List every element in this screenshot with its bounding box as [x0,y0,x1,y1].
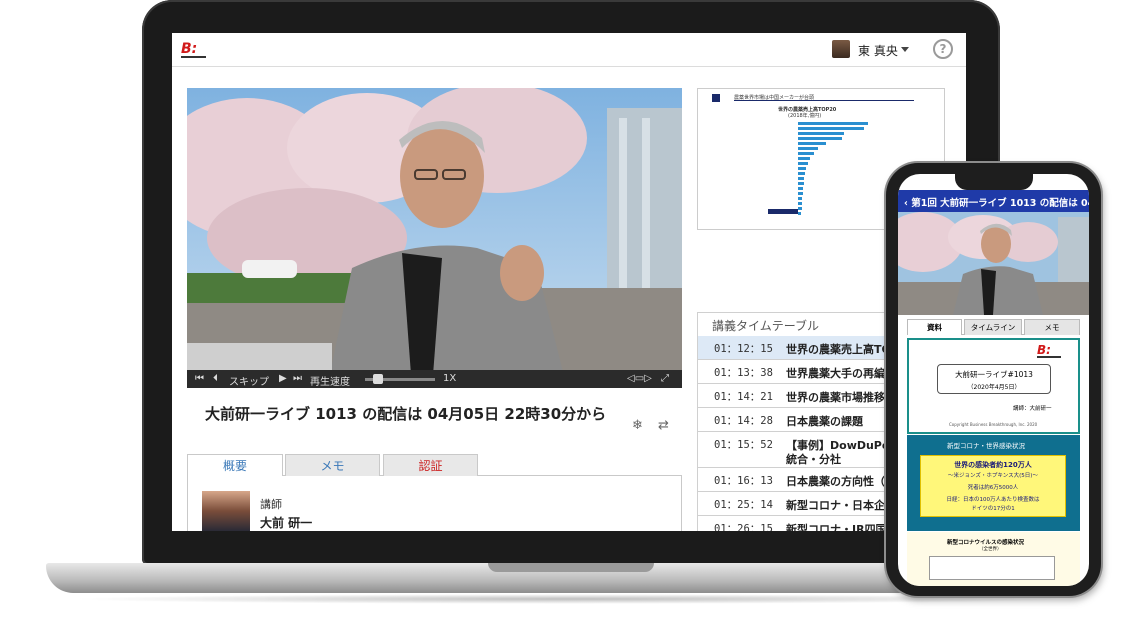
tab-certification[interactable]: 認証 [383,454,478,476]
phone-slide-date: （2020年4月5日） [967,384,1021,391]
tab-memo[interactable]: メモ [285,454,380,476]
tab-overview[interactable]: 概要 [187,454,283,476]
phone-tab-memo[interactable]: メモ [1024,319,1080,335]
phone-slide-title-box: 大前研一ライブ#1013 （2020年4月5日） [937,364,1051,394]
skip-back-icon[interactable]: ⏮ [195,373,204,384]
phone-title-bar: ‹ 第1回 大前研一ライブ 1013 の配信は 04月... [898,190,1089,212]
app-header: B: 東 真央 ? [172,33,966,67]
bb-logo-icon: B: [1037,343,1061,358]
stage: B: 東 真央 ? ⏮ ⏴ スキップ ▶ ⏭ 再生速度 1X ◁▭▷ ⤢ 大前研… [0,0,1140,621]
speed-value: 1X [443,373,457,384]
svg-text:B:: B: [1037,343,1051,357]
user-name[interactable]: 東 真央 [858,42,898,59]
lecturer-name: 大前 研一 [260,516,313,530]
lecturer-photo [202,491,250,531]
bb-logo-icon: B: [181,41,206,58]
phone-slide-copyright: Copyright Business Breakthrough, Inc. 20… [949,422,1038,427]
laptop-screen: B: 東 真央 ? ⏮ ⏴ スキップ ▶ ⏭ 再生速度 1X ◁▭▷ ⤢ 大前研… [172,33,966,531]
video-title: 大前研一ライブ 1013 の配信は 04月05日 22時30分から [205,405,607,423]
skip-button[interactable]: スキップ [229,373,269,388]
phone-tab-materials[interactable]: 資料 [907,319,962,335]
video-frame [187,88,682,388]
phone-slide-title-text: 大前研一ライブ#1013 [955,370,1033,379]
phone-slide3-table [929,556,1055,580]
phone-video-player[interactable] [898,212,1089,315]
phone-slide2-line1: 世界の感染者約120万人 [954,461,1032,469]
speed-label: 再生速度 [310,377,350,388]
lecturer-role: 講師 [260,498,282,511]
phone-notch [955,174,1033,190]
phone-title: 第1回 大前研一ライブ 1013 の配信は 04月... [911,198,1089,209]
user-avatar[interactable] [832,40,850,58]
phone-slide2-line3: 死者は約6万5000人 [967,485,1019,491]
snowflake-icon[interactable]: ❄ [632,418,643,433]
phone-screen: ‹ 第1回 大前研一ライブ 1013 の配信は 04月... 資料 タイムライン… [898,174,1089,586]
video-player[interactable] [187,88,682,388]
phone-tabs: 資料 タイムライン メモ [907,319,1080,335]
phone-slide2-line4: 日経：日本の100万人あたり検査数は [946,497,1040,503]
phone-slide-lecturer: 講師：大前研一 [1013,406,1052,412]
phone-slide-covid[interactable]: 新型コロナ・世界感染状況 世界の感染者約120万人 ～米ジョンズ・ホプキンス大(… [907,435,1080,531]
help-icon[interactable]: ? [933,39,953,59]
play-icon[interactable]: ▶ [279,373,287,384]
phone-slide2-line2: ～米ジョンズ・ホプキンス大(5日)～ [948,473,1038,479]
phone-slide2-box: 世界の感染者約120万人 ～米ジョンズ・ホプキンス大(5日)～ 死者は約6万50… [920,455,1066,517]
phone-slide-infection[interactable]: 新型コロナウイルスの感染状況 （全世界） [907,532,1080,586]
detail-tabs: 概要 メモ 認証 [187,454,682,476]
phone-slide3-title: 新型コロナウイルスの感染状況 [947,540,1025,546]
step-back-icon[interactable]: ⏴ [213,373,218,384]
phone-slide3-sub: （全世界） [979,547,1002,552]
speed-slider-handle[interactable] [373,374,383,384]
video-controls: ⏮ ⏴ スキップ ▶ ⏭ 再生速度 1X ◁▭▷ ⤢ [187,370,682,388]
svg-text:B:: B: [181,41,197,57]
repeat-icon[interactable]: ⇄ [658,418,669,433]
phone-slide2-line5: ドイツの17分の1 [971,506,1015,512]
phone-slide2-header: 新型コロナ・世界感染状況 [947,442,1025,450]
phone-video-frame [898,212,1089,315]
fullscreen-icon[interactable]: ⤢ [661,373,669,384]
phone-slide-title[interactable]: B: 大前研一ライブ#1013 （2020年4月5日） 講師：大前研一 Copy… [907,338,1080,434]
theater-mode-icon[interactable]: ◁▭▷ [627,373,652,384]
laptop-hinge-notch [488,563,654,572]
phone-tab-timeline[interactable]: タイムライン [964,319,1022,335]
skip-forward-icon[interactable]: ⏭ [293,373,302,384]
chevron-down-icon[interactable] [901,47,909,52]
